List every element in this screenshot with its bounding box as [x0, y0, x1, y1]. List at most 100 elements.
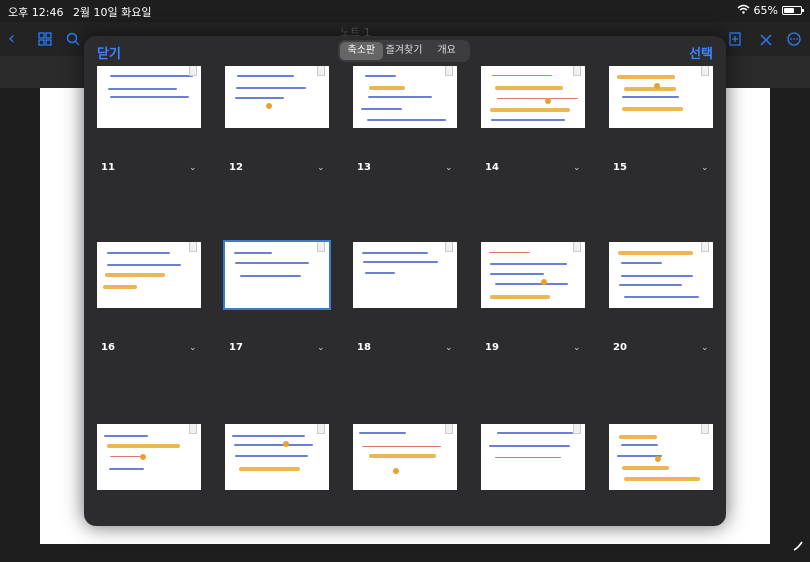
handwriting-stroke	[368, 454, 436, 459]
bookmark-icon[interactable]	[189, 66, 197, 76]
status-right: 65%	[737, 4, 804, 17]
page-thumbnail[interactable]	[609, 424, 713, 490]
handwriting-stroke	[361, 107, 403, 110]
page-thumbnail[interactable]	[609, 242, 713, 308]
grid-icon[interactable]	[38, 30, 52, 51]
page-number-label: 13	[357, 162, 371, 173]
handwriting-stroke	[617, 75, 676, 80]
chevron-down-icon[interactable]: ⌄	[445, 163, 453, 173]
bookmark-icon[interactable]	[189, 242, 197, 252]
page-thumbnail[interactable]	[97, 424, 201, 490]
handwriting-stroke	[618, 434, 657, 439]
bookmark-icon[interactable]	[445, 242, 453, 252]
bookmark-icon[interactable]	[701, 242, 709, 252]
handwriting-stroke	[234, 251, 272, 254]
handwriting-stroke	[364, 75, 396, 78]
bookmark-icon[interactable]	[445, 424, 453, 434]
page-thumbnail[interactable]	[97, 66, 201, 128]
pencil-indicator-icon	[792, 540, 804, 556]
handwriting-stroke	[109, 467, 144, 470]
page-thumbnail[interactable]	[353, 66, 457, 128]
page-thumbnail[interactable]	[353, 424, 457, 490]
status-bar: 오후 12:46 2월 10일 화요일 65%	[0, 0, 810, 22]
tab-favorites[interactable]: 즐겨찾기	[383, 42, 426, 60]
handwriting-stroke	[237, 74, 295, 77]
page-number-label: 15	[613, 162, 627, 173]
page-number-label: 16	[101, 342, 115, 353]
page-thumbnail[interactable]	[97, 242, 201, 308]
chevron-left-icon[interactable]: ‹	[8, 28, 15, 49]
page-thumbnails-panel: 닫기 축소판 즐겨찾기 개요 선택 11 ⌄ 12 ⌄ 13 ⌄ 14 ⌄ 15 ⌄ 16 ⌄ 17 ⌄ 1…	[84, 36, 726, 526]
handwriting-stroke	[359, 432, 407, 435]
bookmark-icon[interactable]	[573, 242, 581, 252]
handwriting-stroke	[491, 75, 553, 77]
handwriting-stroke	[361, 445, 442, 447]
bookmark-icon[interactable]	[317, 424, 325, 434]
page-number-label: 11	[101, 162, 115, 173]
chevron-down-icon[interactable]: ⌄	[189, 343, 197, 353]
tab-thumbnails[interactable]: 축소판	[340, 42, 383, 60]
chevron-down-icon[interactable]: ⌄	[445, 343, 453, 353]
handwriting-stroke	[235, 86, 307, 89]
more-icon[interactable]	[786, 30, 802, 51]
handwriting-stroke	[234, 455, 308, 458]
handwriting-stroke	[362, 261, 439, 264]
handwriting-stroke	[623, 476, 700, 481]
bookmark-icon[interactable]	[445, 66, 453, 76]
chevron-down-icon[interactable]: ⌄	[701, 163, 709, 173]
chevron-down-icon[interactable]: ⌄	[573, 163, 581, 173]
handwriting-stroke	[366, 119, 447, 122]
page-thumbnail[interactable]	[225, 66, 329, 128]
add-page-icon[interactable]	[728, 30, 742, 51]
bookmark-icon[interactable]	[573, 424, 581, 434]
page-number-label: 18	[357, 342, 371, 353]
handwriting-stroke	[367, 96, 432, 99]
tab-outline[interactable]: 개요	[425, 42, 468, 60]
handwriting-stroke	[621, 261, 663, 264]
handwriting-stroke	[103, 285, 137, 290]
chevron-down-icon[interactable]: ⌄	[189, 163, 197, 173]
bookmark-icon[interactable]	[701, 66, 709, 76]
status-time: 오후 12:46	[8, 6, 64, 19]
page-thumbnail[interactable]	[353, 242, 457, 308]
handwriting-stroke	[106, 263, 181, 266]
status-date: 2월 10일 화요일	[72, 6, 152, 19]
page-thumbnail[interactable]	[481, 242, 585, 308]
handwriting-stroke	[107, 443, 181, 448]
panel-header: 닫기 축소판 즐겨찾기 개요 선택	[84, 36, 726, 66]
handwriting-stroke	[368, 86, 406, 91]
page-number-label: 20	[613, 342, 627, 353]
handwriting-stroke	[496, 432, 573, 435]
page-number-label: 19	[485, 342, 499, 353]
search-icon[interactable]	[66, 30, 80, 51]
handwriting-stroke	[494, 456, 562, 458]
chevron-down-icon[interactable]: ⌄	[701, 343, 709, 353]
select-button[interactable]: 선택	[689, 43, 713, 62]
page-thumbnail[interactable]	[609, 66, 713, 128]
highlight-mark	[139, 453, 146, 460]
handwriting-stroke	[621, 96, 679, 99]
highlight-mark	[266, 103, 273, 110]
page-thumbnail[interactable]	[481, 66, 585, 128]
highlight-mark	[540, 279, 547, 286]
view-segmented-control: 축소판 즐겨찾기 개요	[338, 40, 470, 62]
close-button[interactable]: 닫기	[97, 43, 121, 62]
page-thumbnail[interactable]	[481, 424, 585, 490]
bookmark-icon[interactable]	[317, 242, 325, 252]
bookmark-icon[interactable]	[317, 66, 325, 76]
bookmark-icon[interactable]	[189, 424, 197, 434]
chevron-down-icon[interactable]: ⌄	[317, 343, 325, 353]
close-icon[interactable]	[760, 30, 772, 51]
chevron-down-icon[interactable]: ⌄	[317, 163, 325, 173]
status-time-date: 오후 12:46 2월 10일 화요일	[8, 4, 152, 20]
page-thumbnail[interactable]	[223, 240, 331, 310]
bookmark-icon[interactable]	[701, 424, 709, 434]
handwriting-stroke	[623, 86, 677, 91]
bookmark-icon[interactable]	[573, 66, 581, 76]
page-thumbnail[interactable]	[225, 424, 329, 490]
handwriting-stroke	[621, 107, 683, 112]
chevron-down-icon[interactable]: ⌄	[573, 343, 581, 353]
handwriting-stroke	[234, 262, 310, 265]
handwriting-stroke	[104, 434, 149, 437]
highlight-mark	[393, 467, 400, 474]
